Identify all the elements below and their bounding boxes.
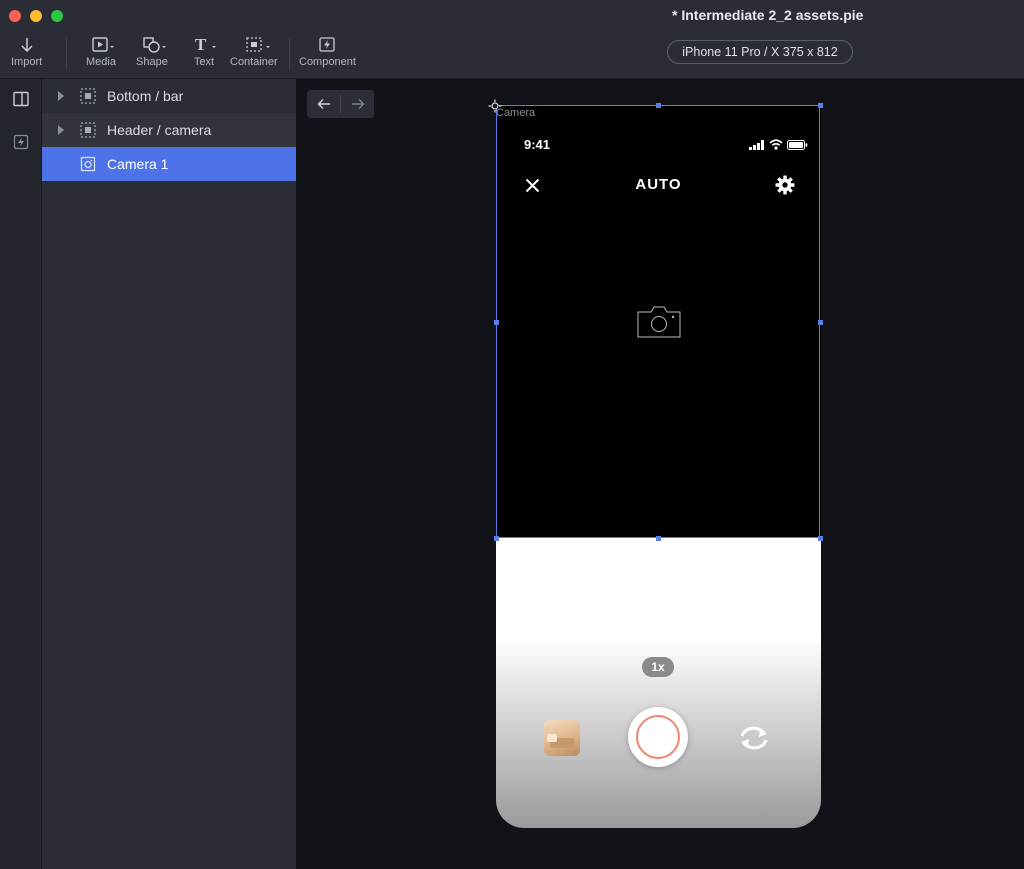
window-title: * Intermediate 2_2 assets.pie (672, 7, 864, 23)
expand-caret-icon[interactable] (58, 125, 64, 135)
layer-label: Camera 1 (107, 156, 169, 172)
expand-caret-icon[interactable] (58, 91, 64, 101)
layers-panel: Bottom / bar Header / camera Camera 1 (42, 79, 296, 869)
thumbnail-pillow (547, 734, 557, 742)
gear-icon[interactable] (775, 175, 795, 195)
layer-bottom-bar[interactable]: Bottom / bar (42, 79, 296, 113)
toolbar-divider (289, 38, 290, 70)
resize-handle[interactable] (818, 320, 823, 325)
arrow-right-icon (351, 99, 364, 109)
resize-handle[interactable] (818, 536, 823, 541)
shape-label: Shape (136, 56, 168, 68)
camera-controls-bar: 1x (496, 538, 821, 828)
maximize-window-button[interactable] (51, 10, 63, 22)
camera-icon (637, 306, 681, 338)
image-icon (80, 156, 96, 172)
toolbar-divider (66, 38, 67, 70)
move-handle-icon[interactable] (488, 99, 502, 113)
camera-viewfinder[interactable]: 9:41 AUTO (496, 106, 821, 538)
container-icon (80, 122, 96, 138)
status-time: 9:41 (524, 137, 551, 152)
device-selector[interactable]: iPhone 11 Pro / X 375 x 812 (667, 40, 853, 64)
import-button[interactable]: Import (11, 36, 42, 68)
component-label: Component (299, 56, 356, 68)
arrow-left-icon (317, 99, 330, 109)
layer-camera-1[interactable]: Camera 1 (42, 147, 296, 181)
flip-camera-icon[interactable] (738, 725, 770, 751)
arrow-down-icon (21, 38, 33, 53)
battery-icon (787, 140, 808, 150)
container-icon (246, 37, 270, 52)
layer-header-camera[interactable]: Header / camera (42, 113, 296, 147)
history-nav (307, 90, 374, 118)
text-label: Text (193, 56, 215, 68)
resize-handle[interactable] (656, 536, 661, 541)
title-bar: * Intermediate 2_2 assets.pie (0, 0, 1024, 32)
phone-frame[interactable]: 9:41 AUTO 1x (496, 106, 821, 828)
interactions-panel-icon[interactable] (13, 134, 29, 150)
forward-button[interactable] (341, 90, 374, 118)
left-rail (0, 79, 42, 869)
container-label: Container (230, 56, 278, 68)
shape-button[interactable]: Shape (136, 36, 168, 68)
shape-icon (143, 37, 166, 53)
signal-icon (749, 140, 764, 150)
toolbar: Import Media Shape T Text Container Comp… (0, 32, 1024, 79)
zoom-toggle[interactable]: 1x (642, 657, 674, 677)
component-button[interactable]: Component (299, 36, 356, 68)
layer-label: Header / camera (107, 122, 212, 138)
back-button[interactable] (307, 90, 340, 118)
shutter-button[interactable] (628, 707, 688, 767)
media-icon (92, 37, 114, 52)
component-icon (319, 37, 336, 52)
container-button[interactable]: Container (230, 36, 278, 68)
text-icon: T (195, 36, 216, 54)
import-label: Import (11, 56, 43, 68)
minimize-window-button[interactable] (30, 10, 42, 22)
media-button[interactable]: Media (86, 36, 116, 68)
text-tool-glyph: T (195, 36, 207, 54)
resize-handle[interactable] (494, 536, 499, 541)
flash-mode-label[interactable]: AUTO (496, 176, 821, 193)
layers-panel-icon[interactable] (13, 91, 29, 107)
gallery-thumbnail[interactable] (544, 720, 580, 756)
resize-handle[interactable] (494, 320, 499, 325)
shutter-ring (636, 715, 680, 759)
resize-handle[interactable] (656, 103, 661, 108)
close-window-button[interactable] (9, 10, 21, 22)
container-icon (80, 88, 96, 104)
layer-label: Bottom / bar (107, 88, 184, 104)
text-button[interactable]: T Text (190, 36, 218, 68)
resize-handle[interactable] (818, 103, 823, 108)
media-label: Media (86, 56, 116, 68)
wifi-icon (769, 139, 783, 150)
